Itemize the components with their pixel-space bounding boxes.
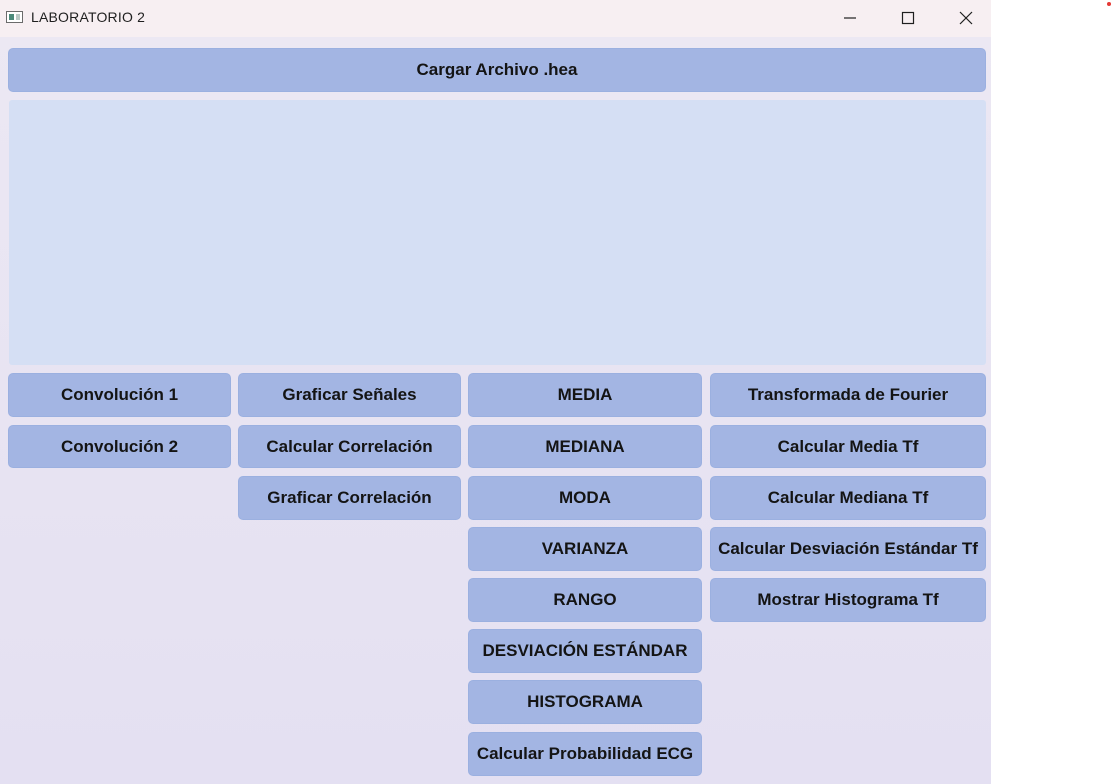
- fourier-std-deviation-button[interactable]: Calcular Desviación Estándar Tf: [710, 527, 986, 571]
- fourier-transform-button[interactable]: Transformada de Fourier: [710, 373, 986, 417]
- plot-correlation-button[interactable]: Graficar Correlación: [238, 476, 461, 520]
- fourier-mean-button[interactable]: Calcular Media Tf: [710, 425, 986, 468]
- minimize-icon: [844, 17, 856, 19]
- app-icon: [6, 11, 23, 23]
- window-title: LABORATORIO 2: [31, 9, 146, 25]
- range-button[interactable]: RANGO: [468, 578, 702, 622]
- convolution-2-button[interactable]: Convolución 2: [8, 425, 231, 468]
- histogram-button[interactable]: HISTOGRAMA: [468, 680, 702, 724]
- load-file-button[interactable]: Cargar Archivo .hea: [8, 48, 986, 92]
- fourier-histogram-button[interactable]: Mostrar Histograma Tf: [710, 578, 986, 622]
- mean-button[interactable]: MEDIA: [468, 373, 702, 417]
- minimize-button[interactable]: [827, 0, 873, 36]
- red-dot-indicator: [1107, 2, 1111, 6]
- variance-button[interactable]: VARIANZA: [468, 527, 702, 571]
- fourier-median-button[interactable]: Calcular Mediana Tf: [710, 476, 986, 520]
- median-button[interactable]: MEDIANA: [468, 425, 702, 468]
- mode-button[interactable]: MODA: [468, 476, 702, 520]
- close-icon: [959, 11, 973, 25]
- maximize-icon: [901, 11, 915, 25]
- maximize-button[interactable]: [885, 0, 931, 36]
- main-window: LABORATORIO 2 Cargar Archivo .hea Convol…: [0, 0, 991, 784]
- calculate-correlation-button[interactable]: Calcular Correlación: [238, 425, 461, 468]
- close-button[interactable]: [943, 0, 989, 36]
- convolution-1-button[interactable]: Convolución 1: [8, 373, 231, 417]
- plot-area: [9, 100, 986, 365]
- std-deviation-button[interactable]: DESVIACIÓN ESTÁNDAR: [468, 629, 702, 673]
- title-bar: LABORATORIO 2: [0, 0, 991, 37]
- plot-signals-button[interactable]: Graficar Señales: [238, 373, 461, 417]
- ecg-probability-button[interactable]: Calcular Probabilidad ECG: [468, 732, 702, 776]
